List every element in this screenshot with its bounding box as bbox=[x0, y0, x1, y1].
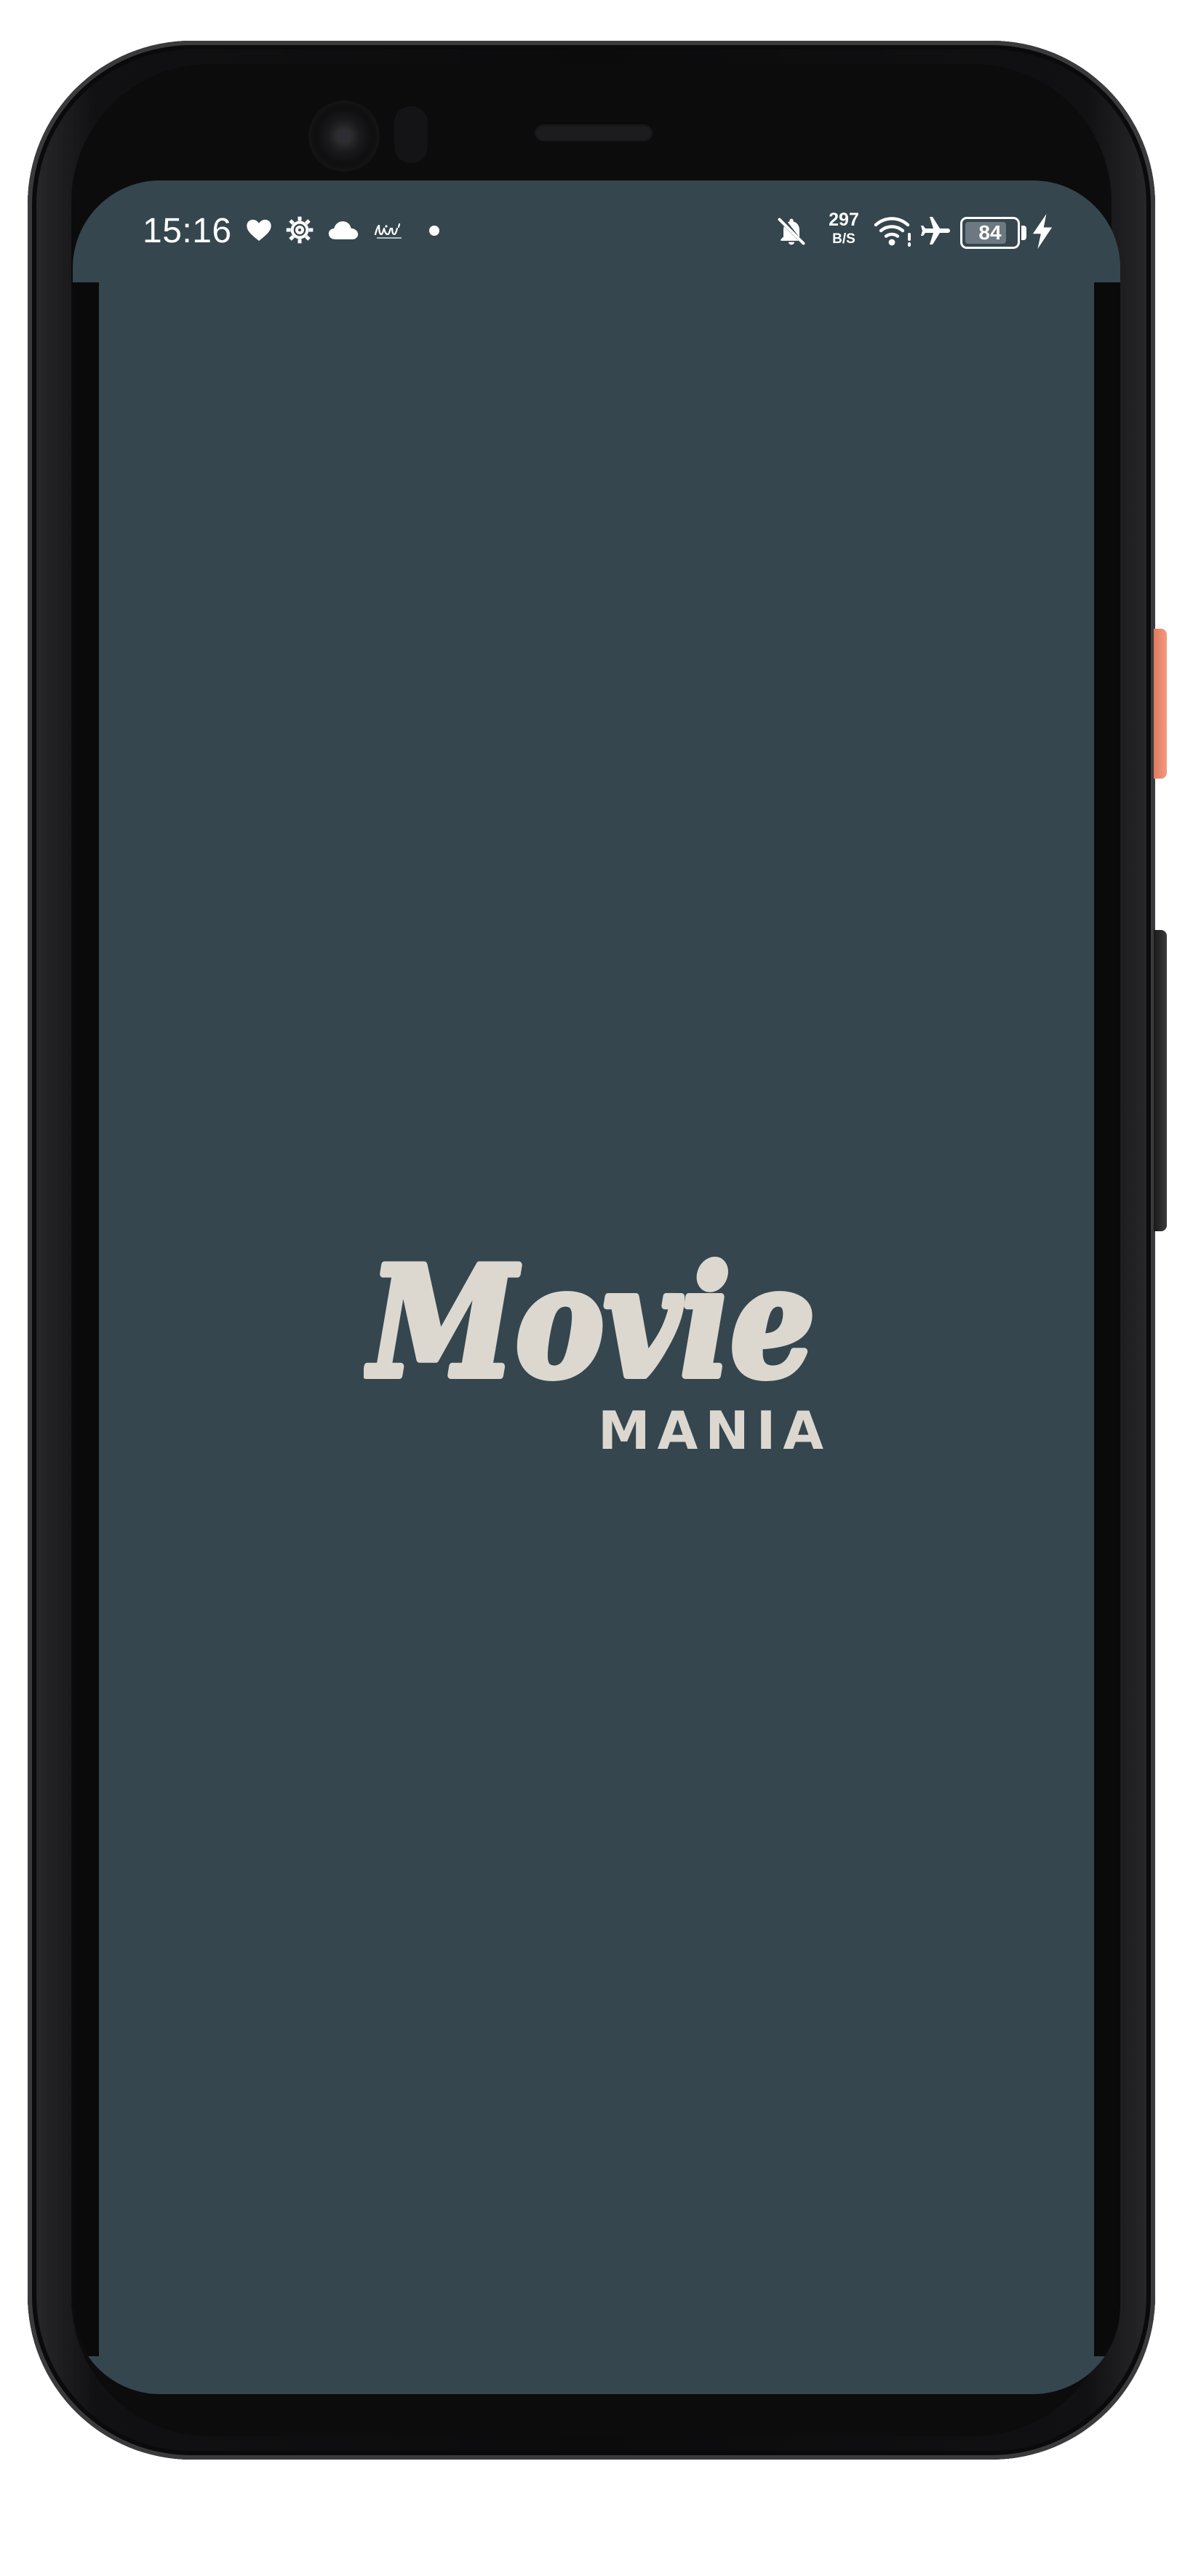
logo-script-text: Movie bbox=[366, 1236, 815, 1410]
screen-edge-left bbox=[73, 282, 99, 2356]
logo-subtitle: MANIA bbox=[598, 1400, 831, 1461]
network-speed: 297 B/S bbox=[822, 210, 866, 247]
screen-edge-right bbox=[1094, 282, 1120, 2356]
movie-mania-logo: Movie MANIA bbox=[364, 1236, 829, 1483]
heart-icon bbox=[247, 219, 271, 241]
proximity-sensor bbox=[394, 106, 428, 163]
volume-button bbox=[1154, 930, 1167, 1231]
status-time: 15:16 bbox=[143, 212, 232, 250]
battery-level: 84 bbox=[978, 221, 1002, 244]
app-screen: 15:16 297 B/S 84 Movie MANIA bbox=[73, 180, 1120, 2394]
battery-indicator: 84 bbox=[960, 217, 1020, 249]
status-bar: 15:16 297 B/S 84 bbox=[73, 180, 1120, 282]
power-button bbox=[1154, 629, 1167, 779]
app-notification-icon bbox=[374, 223, 402, 239]
charging-bolt-icon bbox=[1032, 214, 1053, 249]
battery-tip bbox=[1021, 226, 1026, 240]
cloud-icon bbox=[328, 221, 359, 239]
dot-icon bbox=[429, 226, 439, 236]
logo-script-wordmark: Movie bbox=[364, 1236, 818, 1410]
bell-off-icon bbox=[778, 218, 805, 245]
front-camera bbox=[311, 103, 377, 169]
earpiece-speaker bbox=[534, 122, 653, 141]
wifi-icon bbox=[874, 217, 911, 247]
airplane-mode-icon bbox=[921, 217, 950, 245]
network-speed-unit: B/S bbox=[832, 231, 855, 247]
settings-gear-icon bbox=[286, 216, 314, 244]
network-speed-value: 297 bbox=[829, 210, 859, 230]
